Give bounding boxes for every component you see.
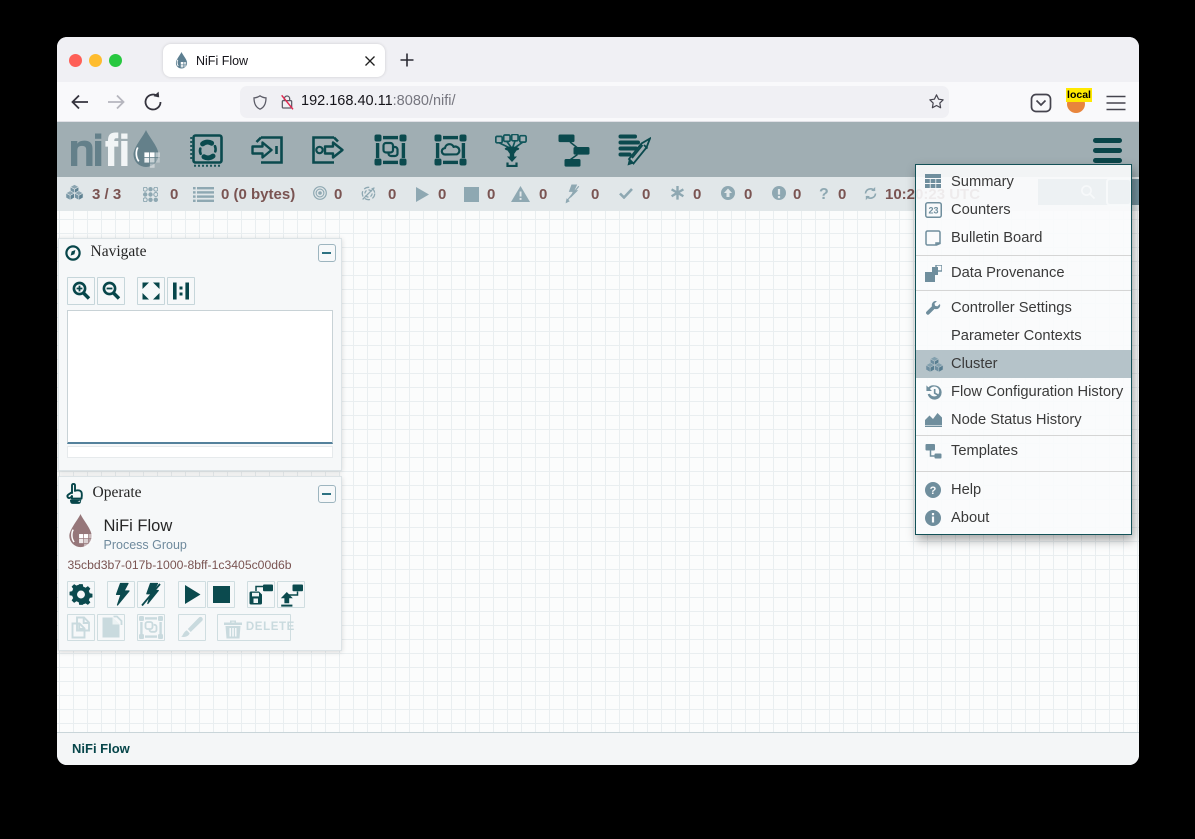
svg-text:?: ?	[930, 485, 937, 497]
svg-text:23: 23	[928, 205, 938, 215]
